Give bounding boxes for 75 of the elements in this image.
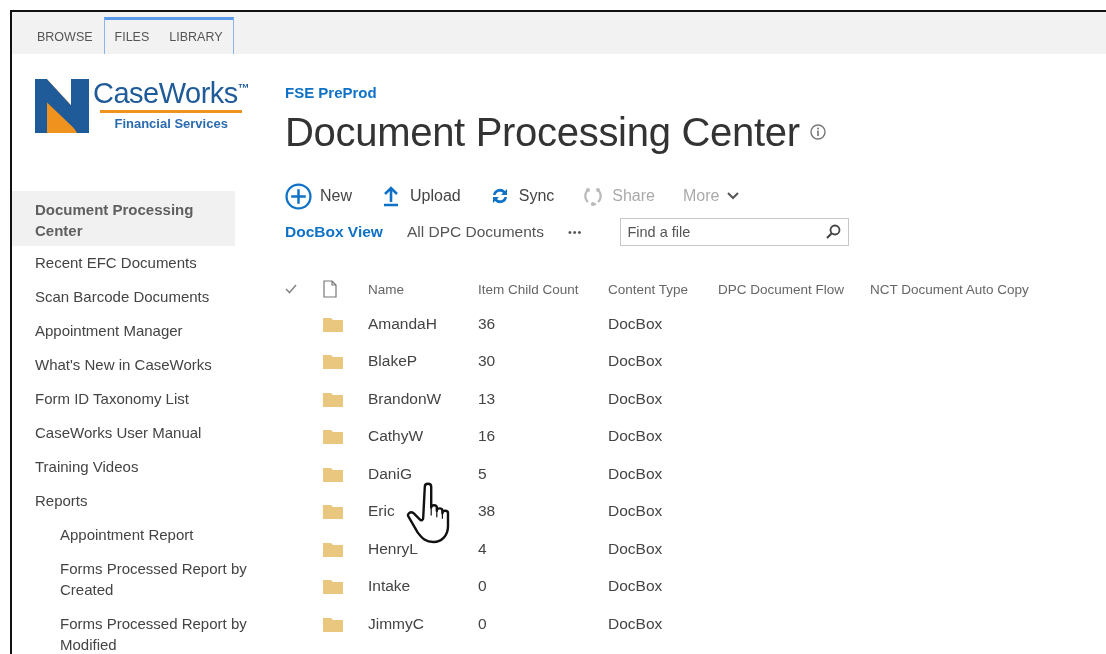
folder-icon <box>323 465 343 482</box>
table-cell-text: DocBox <box>608 613 664 634</box>
toolbar-button[interactable]: Upload <box>380 185 461 207</box>
folder-icon <box>323 315 343 332</box>
table-cell-text: DocBox <box>608 426 664 447</box>
name-link[interactable]: Eric <box>368 492 478 530</box>
table-cell-text: 0 <box>478 576 488 597</box>
folder-icon <box>323 615 343 632</box>
folder-icon <box>323 390 343 407</box>
search-icon[interactable] <box>825 224 842 240</box>
ribbon-tab[interactable]: FILES <box>104 20 160 54</box>
logo-mark-icon <box>35 79 89 133</box>
column-header[interactable]: DPC Document Flow <box>718 273 870 305</box>
table-cell-text: 36 <box>478 313 497 334</box>
name-link[interactable]: HenryL <box>368 530 478 568</box>
nav-link[interactable]: Forms Processed Report by Created <box>12 552 260 607</box>
table-cell-text: 13 <box>478 388 497 409</box>
page-title: Document Processing Center <box>285 109 800 155</box>
table-cell-text: 5 <box>478 463 488 484</box>
table-cell-text: 38 <box>478 501 497 522</box>
table-cell-text: DocBox <box>608 388 664 409</box>
ribbon-tab[interactable]: LIBRARY <box>159 20 233 54</box>
site-link[interactable]: FSE PreProd <box>285 84 1106 101</box>
nav-link[interactable]: What's New in CaseWorks <box>12 348 235 382</box>
table-cell-text: DocBox <box>608 463 664 484</box>
folder-icon <box>323 428 343 445</box>
ribbon-tab[interactable]: BROWSE <box>27 20 103 54</box>
name-link[interactable]: BrandonW <box>368 380 478 418</box>
add-icon <box>285 182 312 210</box>
folder-icon <box>323 353 343 370</box>
nav-link[interactable]: Document Processing Center <box>12 191 235 246</box>
table-cell-text: DocBox <box>608 313 664 334</box>
folder-icon <box>323 578 343 595</box>
nav-link[interactable]: CaseWorks User Manual <box>12 416 235 450</box>
folder-icon <box>323 540 343 557</box>
name-link[interactable]: DaniG <box>368 455 478 493</box>
table-cell-text: DocBox <box>608 576 664 597</box>
nav-link[interactable]: Recent EFC Documents <box>12 246 235 280</box>
name-link[interactable]: BlakeP <box>368 342 478 380</box>
nav-link[interactable]: Forms Processed Report by Modified <box>12 607 260 654</box>
toolbar-button[interactable]: New <box>285 182 352 210</box>
folder-icon <box>323 503 343 520</box>
more-button[interactable]: ••• <box>567 226 583 238</box>
table-cell-text: 4 <box>478 538 488 559</box>
toolbar-button[interactable]: Sync <box>488 185 555 207</box>
name-link[interactable]: Intake <box>368 567 478 605</box>
column-header[interactable]: Content Type <box>608 273 718 305</box>
logo-name: CaseWorks$^{™}$ <box>93 79 250 108</box>
nav-link[interactable]: Form ID Taxonomy List <box>12 382 235 416</box>
column-header[interactable]: Item Child Count <box>478 273 608 305</box>
view-tab[interactable]: DocBox View <box>285 223 383 241</box>
chevron-down-icon <box>727 192 740 200</box>
check-icon[interactable] <box>285 284 297 294</box>
document-icon <box>323 280 337 298</box>
column-header[interactable]: NCT Document Auto Copy <box>870 273 1070 305</box>
table-cell-text: 30 <box>478 351 497 372</box>
nav-link[interactable]: Training Videos <box>12 450 235 484</box>
share-icon <box>582 185 605 207</box>
nav-link[interactable]: Reports <box>12 484 235 518</box>
nav-link[interactable]: Scan Barcode Documents <box>12 280 235 314</box>
name-link[interactable]: CathyW <box>368 417 478 455</box>
table-cell-text: 16 <box>478 426 497 447</box>
name-link[interactable]: AmandaH <box>368 305 478 343</box>
table-cell-text: DocBox <box>608 501 664 522</box>
search-field[interactable]: Find a file <box>620 218 850 246</box>
table-cell-text: DocBox <box>608 538 664 559</box>
logo-tagline: Financial Services <box>100 110 242 131</box>
nav-link[interactable]: Appointment Report <box>12 518 260 552</box>
nav-link[interactable]: Appointment Manager <box>12 314 235 348</box>
table-cell-text: DocBox <box>608 351 664 372</box>
info-icon[interactable] <box>809 124 826 140</box>
name-link[interactable]: JimmyC <box>368 605 478 643</box>
column-header[interactable]: Name <box>368 273 478 305</box>
view-tab[interactable]: All DPC Documents <box>406 223 544 241</box>
table-cell-text: 0 <box>478 613 488 634</box>
